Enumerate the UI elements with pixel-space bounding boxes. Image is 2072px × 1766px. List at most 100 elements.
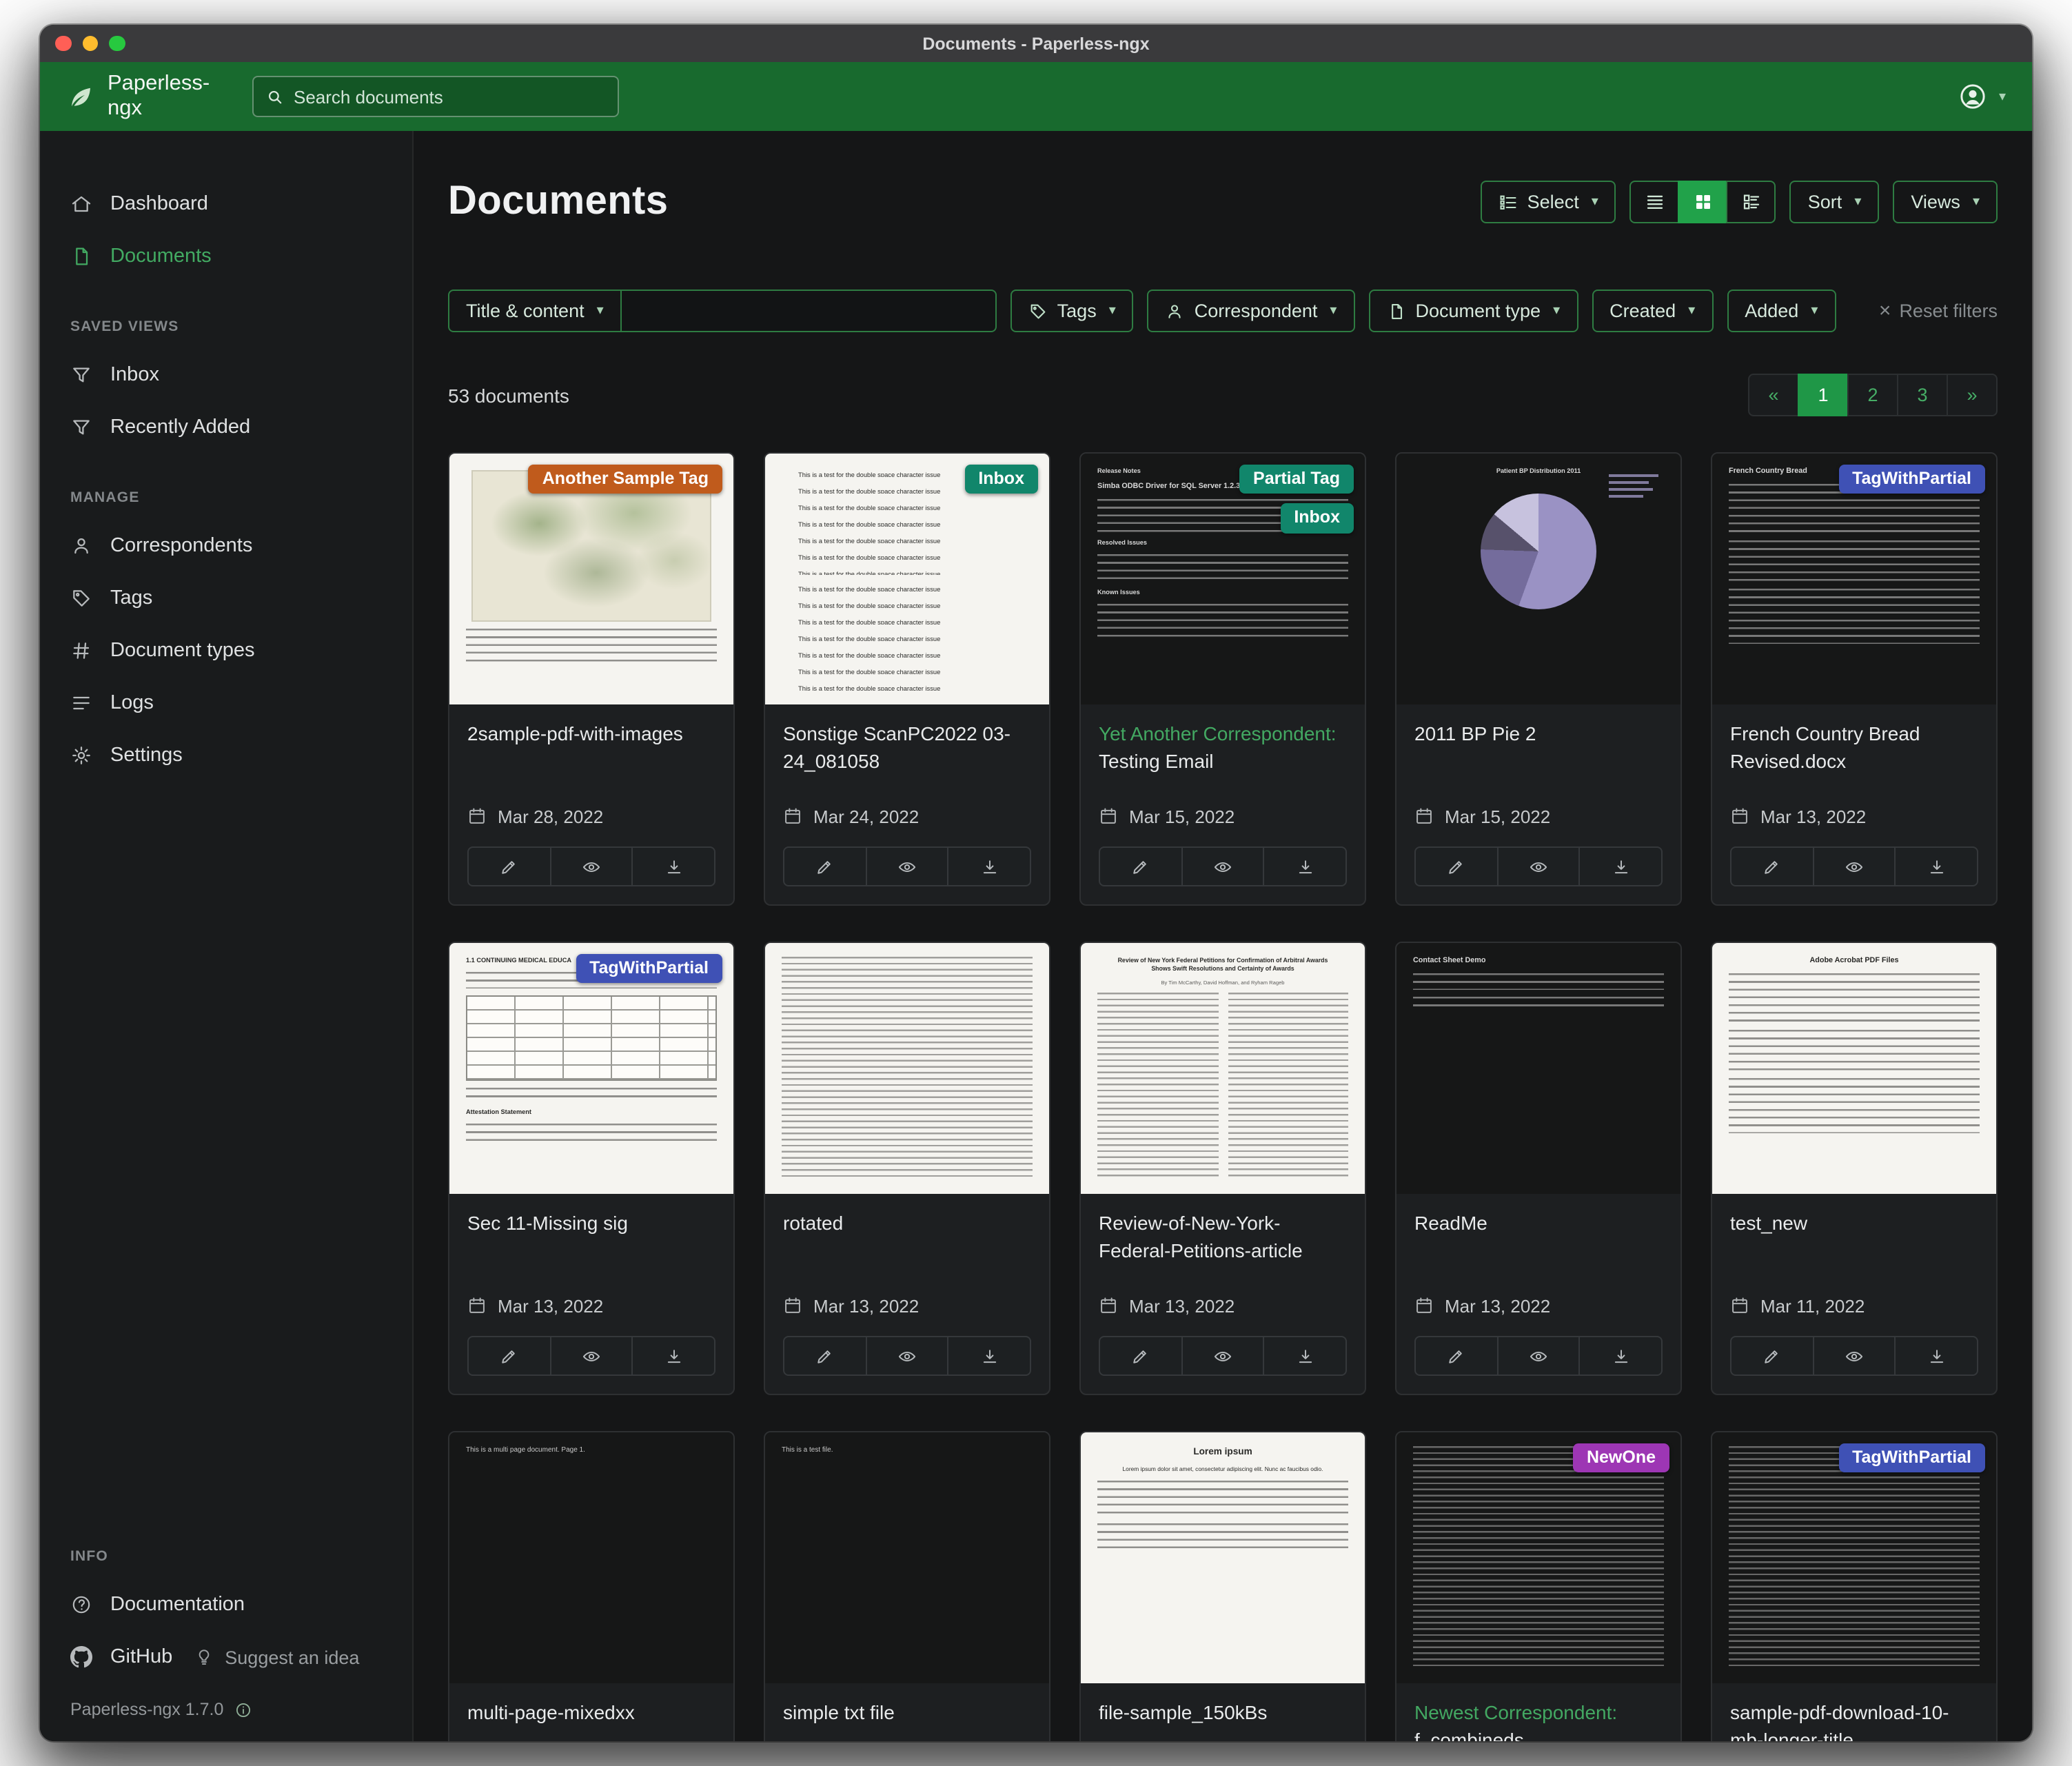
document-thumbnail[interactable]: This is a multi page document. Page 1. — [449, 1432, 733, 1683]
download-button[interactable] — [1895, 846, 1978, 886]
document-title[interactable]: ReadMe — [1414, 1210, 1663, 1279]
minimize-window-button[interactable] — [82, 36, 98, 52]
title-content-input[interactable] — [622, 290, 997, 332]
sidebar-item-documents[interactable]: Documents — [40, 230, 412, 283]
zoom-window-button[interactable] — [109, 36, 125, 52]
document-thumbnail[interactable]: This is a test for the double space char… — [765, 454, 1049, 704]
view-button[interactable] — [865, 1336, 948, 1376]
document-thumbnail[interactable]: Patient BP Distribution 2011 — [1396, 454, 1680, 704]
pagination-next-button[interactable]: » — [1947, 374, 1998, 416]
pagination-page-3[interactable]: 3 — [1897, 374, 1948, 416]
app-brand[interactable]: Paperless-ngx — [66, 72, 244, 121]
sidebar-item-recently-added[interactable]: Recently Added — [40, 401, 412, 454]
document-thumbnail[interactable] — [765, 943, 1049, 1194]
select-button[interactable]: Select ▾ — [1481, 181, 1616, 223]
edit-button[interactable] — [1730, 1336, 1814, 1376]
document-title[interactable]: 2sample-pdf-with-images — [467, 721, 715, 790]
tag-chip[interactable]: Another Sample Tag — [529, 465, 722, 494]
sidebar-item-tags[interactable]: Tags — [40, 572, 412, 625]
pagination-page-2[interactable]: 2 — [1847, 374, 1898, 416]
sidebar-item-logs[interactable]: Logs — [40, 677, 412, 729]
detail-view-button[interactable] — [1727, 181, 1776, 223]
download-button[interactable] — [632, 1336, 715, 1376]
document-thumbnail[interactable]: TagWithPartial — [1712, 1432, 1996, 1683]
document-title[interactable]: Newest Correspondent: f_combineds — [1414, 1700, 1663, 1741]
view-button[interactable] — [1181, 846, 1264, 886]
info-circle-icon[interactable] — [234, 1701, 252, 1718]
edit-button[interactable] — [1414, 846, 1498, 886]
edit-button[interactable] — [467, 1336, 551, 1376]
view-button[interactable] — [865, 846, 948, 886]
download-button[interactable] — [1895, 1336, 1978, 1376]
download-button[interactable] — [948, 846, 1031, 886]
document-thumbnail[interactable]: French Country BreadTagWithPartial — [1712, 454, 1996, 704]
view-button[interactable] — [549, 1336, 633, 1376]
download-button[interactable] — [1579, 1336, 1663, 1376]
edit-button[interactable] — [1414, 1336, 1498, 1376]
download-button[interactable] — [1579, 846, 1663, 886]
document-thumbnail[interactable]: Release NotesSimba ODBC Driver for SQL S… — [1081, 454, 1365, 704]
tag-chip[interactable]: TagWithPartial — [576, 954, 722, 984]
document-thumbnail[interactable]: 1.1 CONTINUING MEDICAL EDUCAAttestation … — [449, 943, 733, 1194]
table-view-button[interactable] — [1630, 181, 1680, 223]
document-title[interactable]: Sonstige ScanPC2022 03-24_081058 — [783, 721, 1031, 790]
document-title[interactable]: Yet Another Correspondent: Testing Email — [1099, 721, 1347, 790]
tag-chip[interactable]: Inbox — [964, 465, 1038, 494]
tags-filter-button[interactable]: Tags ▾ — [1010, 290, 1134, 332]
user-menu[interactable]: ▾ — [1958, 81, 2006, 112]
tag-chip[interactable]: NewOne — [1573, 1443, 1669, 1473]
document-title[interactable]: multi-page-mixedxx — [467, 1700, 715, 1741]
pagination-prev-button[interactable]: « — [1748, 374, 1799, 416]
document-title[interactable]: rotated — [783, 1210, 1031, 1279]
sidebar-item-document-types[interactable]: Document types — [40, 625, 412, 677]
views-button[interactable]: Views ▾ — [1893, 181, 1998, 223]
sidebar-item-suggest-idea[interactable]: Suggest an idea — [181, 1631, 367, 1683]
document-thumbnail[interactable]: Adobe Acrobat PDF Files — [1712, 943, 1996, 1194]
sidebar-item-dashboard[interactable]: Dashboard — [40, 178, 412, 230]
view-button[interactable] — [1181, 1336, 1264, 1376]
edit-button[interactable] — [467, 846, 551, 886]
document-thumbnail[interactable]: Another Sample Tag — [449, 454, 733, 704]
document-title[interactable]: 2011 BP Pie 2 — [1414, 721, 1663, 790]
created-filter-button[interactable]: Created ▾ — [1592, 290, 1713, 332]
sidebar-item-inbox[interactable]: Inbox — [40, 349, 412, 401]
view-button[interactable] — [1812, 846, 1896, 886]
document-type-filter-button[interactable]: Document type ▾ — [1368, 290, 1578, 332]
document-title[interactable]: French Country Bread Revised.docx — [1730, 721, 1978, 790]
document-thumbnail[interactable]: Contact Sheet Demo — [1396, 943, 1680, 1194]
tag-chip[interactable]: Inbox — [1280, 504, 1354, 534]
sidebar-item-github[interactable]: GitHub — [40, 1631, 181, 1683]
download-button[interactable] — [1263, 1336, 1347, 1376]
search-box[interactable] — [252, 76, 619, 117]
edit-button[interactable] — [1099, 1336, 1182, 1376]
tag-chip[interactable]: TagWithPartial — [1838, 465, 1985, 494]
document-correspondent[interactable]: Newest Correspondent: — [1414, 1701, 1617, 1723]
document-thumbnail[interactable]: NewOne — [1396, 1432, 1680, 1683]
tag-chip[interactable]: Partial Tag — [1239, 465, 1354, 494]
document-thumbnail[interactable]: Lorem ipsumLorem ipsum dolor sit amet, c… — [1081, 1432, 1365, 1683]
document-title[interactable]: file-sample_150kBs — [1099, 1700, 1347, 1741]
search-input[interactable] — [294, 86, 605, 107]
edit-button[interactable] — [1730, 846, 1814, 886]
view-button[interactable] — [1812, 1336, 1896, 1376]
sidebar-item-settings[interactable]: Settings — [40, 729, 412, 782]
document-title[interactable]: test_new — [1730, 1210, 1978, 1279]
document-thumbnail[interactable]: This is a test file. — [765, 1432, 1049, 1683]
edit-button[interactable] — [783, 1336, 866, 1376]
correspondent-filter-button[interactable]: Correspondent ▾ — [1148, 290, 1355, 332]
document-thumbnail[interactable]: Review of New York Federal Petitions for… — [1081, 943, 1365, 1194]
view-button[interactable] — [1496, 1336, 1580, 1376]
reset-filters-button[interactable]: × Reset filters — [1879, 301, 1998, 321]
sidebar-item-documentation[interactable]: Documentation — [40, 1579, 412, 1631]
edit-button[interactable] — [783, 846, 866, 886]
document-correspondent[interactable]: Yet Another Correspondent: — [1099, 722, 1337, 744]
sort-button[interactable]: Sort ▾ — [1790, 181, 1880, 223]
document-title[interactable]: Sec 11-Missing sig — [467, 1210, 715, 1279]
pagination-page-1[interactable]: 1 — [1798, 374, 1849, 416]
grid-view-button[interactable] — [1678, 181, 1728, 223]
edit-button[interactable] — [1099, 846, 1182, 886]
added-filter-button[interactable]: Added ▾ — [1727, 290, 1836, 332]
view-button[interactable] — [1496, 846, 1580, 886]
download-button[interactable] — [948, 1336, 1031, 1376]
download-button[interactable] — [632, 846, 715, 886]
